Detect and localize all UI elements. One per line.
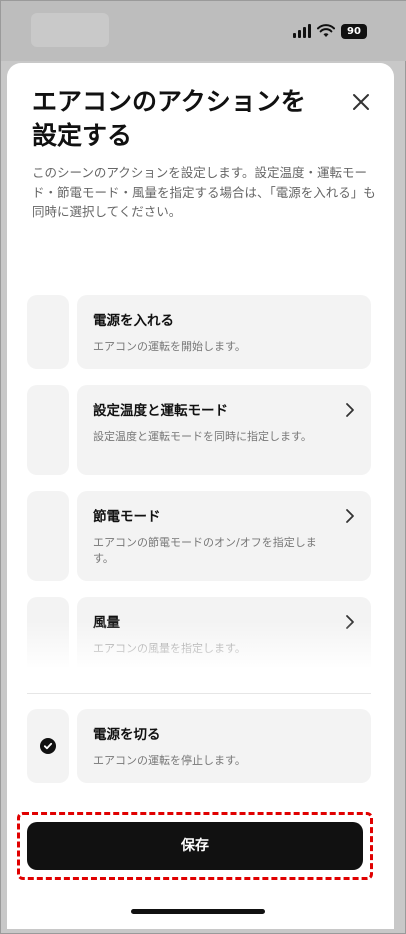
option-description: エアコンの運転を開始します。: [93, 340, 246, 353]
option-description: エアコンの節電モードのオン/オフを指定します。: [93, 536, 317, 565]
sheet-description: このシーンのアクションを設定します。設定温度・運転モード・節電モード・風量を指定…: [32, 165, 376, 219]
action-options-list[interactable]: 電源を入れる エアコンの運転を開始します。 設定温度と運転モード 設定温度と運転…: [7, 295, 394, 667]
option-description: エアコンの風量を指定します。: [93, 642, 246, 655]
option-description: エアコンの運転を停止します。: [93, 754, 246, 767]
status-bar: 90: [1, 1, 406, 61]
checkbox-power-on[interactable]: [27, 295, 69, 369]
checkbox-power-off[interactable]: [27, 709, 69, 783]
option-card[interactable]: 電源を入れる エアコンの運転を開始します。: [77, 295, 371, 369]
option-description: 設定温度と運転モードを同時に指定します。: [93, 430, 312, 443]
option-card[interactable]: 電源を切る エアコンの運転を停止します。: [77, 709, 371, 783]
save-button-highlight: 保存: [17, 812, 373, 880]
checkbox-power-saving[interactable]: [27, 491, 69, 581]
option-title: 節電モード: [93, 509, 161, 525]
home-indicator: [131, 909, 265, 914]
status-icons: 90: [293, 21, 367, 41]
close-button[interactable]: [350, 91, 372, 113]
cellular-signal-icon: [293, 24, 311, 38]
battery-icon: 90: [341, 23, 367, 39]
wifi-icon: [317, 24, 335, 37]
option-card[interactable]: 節電モード エアコンの節電モードのオン/オフを指定します。: [77, 491, 371, 581]
option-temperature-mode[interactable]: 設定温度と運転モード 設定温度と運転モードを同時に指定します。: [27, 385, 371, 475]
close-icon: [353, 94, 369, 110]
screen-frame: 90 エアコンのアクションを設定する このシーンのアクションを設定します。設定温…: [0, 0, 406, 934]
sheet-title: エアコンのアクションを設定する: [32, 87, 306, 150]
option-fan-speed[interactable]: 風量 エアコンの風量を指定します。: [27, 597, 371, 667]
option-title: 電源を入れる: [93, 313, 174, 329]
option-card[interactable]: 設定温度と運転モード 設定温度と運転モードを同時に指定します。: [77, 385, 371, 475]
option-title: 電源を切る: [93, 727, 161, 743]
option-power-saving[interactable]: 節電モード エアコンの節電モードのオン/オフを指定します。: [27, 491, 371, 581]
status-time-area: [31, 13, 109, 47]
option-title: 設定温度と運転モード: [93, 403, 228, 419]
divider: [27, 693, 371, 694]
checkmark-icon: [40, 738, 56, 754]
checkbox-fan-speed[interactable]: [27, 597, 69, 667]
option-title: 風量: [93, 615, 120, 631]
chevron-right-icon: [346, 403, 354, 417]
action-settings-sheet: エアコンのアクションを設定する このシーンのアクションを設定します。設定温度・運…: [7, 63, 394, 929]
chevron-right-icon: [346, 509, 354, 523]
option-card[interactable]: 風量 エアコンの風量を指定します。: [77, 597, 371, 667]
option-power-on[interactable]: 電源を入れる エアコンの運転を開始します。: [27, 295, 371, 369]
save-button[interactable]: 保存: [27, 822, 363, 870]
chevron-right-icon: [346, 615, 354, 629]
option-power-off[interactable]: 電源を切る エアコンの運転を停止します。: [27, 709, 371, 783]
checkbox-temperature-mode[interactable]: [27, 385, 69, 475]
